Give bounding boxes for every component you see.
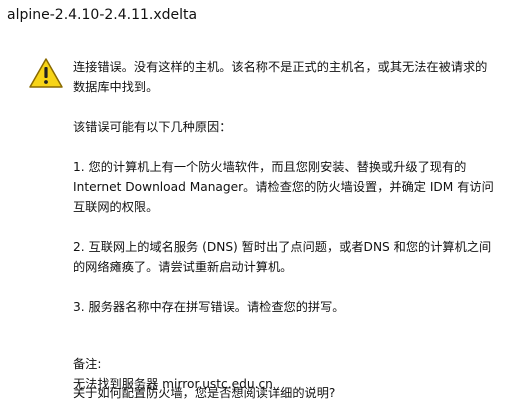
title-bar[interactable]: alpine-2.4.10-2.4.11.xdelta [0,0,526,32]
error-dialog: alpine-2.4.10-2.4.11.xdelta 连接错误。没有这样的主机… [0,0,526,400]
message-line: 数据库中找到。 [73,80,159,94]
error-message: 连接错误。没有这样的主机。该名称不是正式的主机名，或其无法在被请求的 数据库中找… [73,57,503,394]
causes-heading: 该错误可能有以下几种原因： [73,120,232,134]
cause-1: 1. 您的计算机上有一个防火墙软件，而且您刚安装、替换或升级了现有的 [73,160,467,174]
note-label: 备注: [73,357,102,371]
cause-2: 的网络瘫痪了。请尝试重新启动计算机。 [73,260,293,274]
cause-3: 3. 服务器名称中存在拼写错误。请检查您的拼写。 [73,300,345,314]
message-line: 连接错误。没有这样的主机。该名称不是正式的主机名，或其无法在被请求的 [73,60,488,74]
warning-icon [29,58,63,88]
window-title: alpine-2.4.10-2.4.11.xdelta [7,7,198,23]
cause-1: 互联网的权限。 [73,200,159,214]
firewall-question: 关于如何配置防火墙，您是否想阅读详细的说明? [73,386,336,400]
cause-2: 2. 互联网上的域名服务 (DNS) 暂时出了点问题，或者DNS 和您的计算机之… [73,240,492,254]
cause-1: Internet Download Manager。请检查您的防火墙设置，并确定… [73,180,494,194]
